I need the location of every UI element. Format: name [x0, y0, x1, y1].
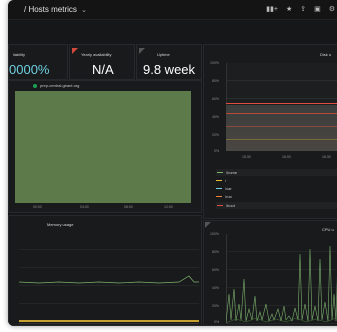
legend-label: /var — [225, 186, 232, 191]
disk-series-run — [226, 113, 337, 114]
legend-item-root[interactable]: / — [216, 178, 226, 183]
y-tick: 80% — [212, 250, 220, 254]
chart-add-icon[interactable]: ▮▮+ — [266, 5, 278, 13]
legend-swatch — [33, 83, 37, 88]
stat-value: N/A — [92, 62, 114, 77]
legend-swatch — [216, 187, 222, 190]
stat-label: Uptime — [157, 52, 170, 57]
legend-swatch — [216, 195, 222, 198]
x-tick: 08:00 — [124, 205, 133, 209]
legend-label: /run — [225, 194, 232, 199]
host-area-fill — [15, 91, 191, 203]
dashboard-window: / Hosts metrics ⌄ ▮▮+ ★ ⇪ ▣ ⚙ ilability … — [8, 0, 337, 326]
x-tick: 16:00 — [282, 155, 291, 159]
availability-stat-panel[interactable]: ilability 0000% — [8, 44, 68, 80]
y-tick: 0% — [214, 320, 220, 324]
y-tick: 100% — [210, 232, 219, 236]
y-tick: 60% — [212, 97, 220, 101]
stat-label: Yearly availability — [81, 52, 112, 57]
legend-swatch — [217, 171, 223, 174]
disk-legend: /home / /var /run /boot — [216, 169, 337, 219]
share-icon[interactable]: ⇪ — [300, 5, 306, 13]
legend-item-home[interactable]: /home — [216, 169, 337, 176]
legend-item-boot[interactable]: /boot — [216, 202, 337, 209]
x-tick: 00:00 — [33, 205, 42, 209]
stat-value: 9.8 week — [143, 62, 196, 77]
legend-item[interactable]: prep-central.geant.org — [33, 83, 79, 88]
legend-label: prep-central.geant.org — [40, 83, 80, 88]
x-tick: 15:30 — [242, 155, 251, 159]
y-tick: 40% — [212, 115, 220, 119]
y-tick: 20% — [212, 304, 220, 308]
x-tick: 16:30 — [322, 155, 331, 159]
y-tick: 80% — [212, 79, 220, 83]
panel-title: Disk u — [320, 52, 332, 57]
cpu-line — [226, 245, 337, 323]
uptime-stat-panel[interactable]: Uptime 9.8 week — [136, 44, 202, 80]
disk-series-root — [226, 139, 337, 140]
legend-label: /home — [226, 170, 238, 175]
panel-title: CPU u — [322, 227, 334, 232]
memory-usage-graph-panel[interactable]: Memory usage — [8, 215, 202, 326]
yearly-availability-stat-panel[interactable]: Yearly availability N/A — [69, 44, 135, 80]
y-tick: 60% — [212, 268, 220, 272]
y-tick: 0% — [214, 149, 220, 153]
memory-baseline — [19, 320, 199, 322]
legend-item-var[interactable]: /var — [216, 186, 232, 191]
disk-usage-graph-panel[interactable]: Disk u 100% 80% 60% 40% 20% 0% 15:30 16:… — [203, 44, 337, 219]
toolbar: ▮▮+ ★ ⇪ ▣ ⚙ — [266, 5, 335, 13]
settings-icon[interactable]: ⚙ — [329, 5, 335, 13]
cpu-series-line — [226, 245, 337, 324]
disk-series-boot — [226, 103, 337, 104]
chevron-down-icon[interactable]: ⌄ — [81, 7, 87, 14]
x-tick: 12:00 — [164, 205, 173, 209]
info-corner-icon — [205, 222, 211, 228]
legend-item-run[interactable]: /run — [216, 194, 232, 199]
memory-series-line — [19, 275, 199, 322]
legend-label: / — [225, 178, 227, 183]
y-tick: 100% — [210, 61, 219, 65]
legend-label: /boot — [226, 203, 235, 208]
y-tick: 20% — [212, 133, 220, 137]
disk-band-fill — [226, 105, 337, 151]
disk-series-var — [226, 126, 337, 127]
legend-swatch — [217, 204, 223, 207]
dashboard-title[interactable]: / Hosts metrics ⌄ — [24, 5, 87, 14]
save-icon[interactable]: ▣ — [314, 5, 321, 13]
memory-line — [19, 275, 199, 284]
legend-swatch — [216, 179, 222, 182]
cpu-usage-graph-panel[interactable]: CPU u 100% 80% 60% 40% 20% 0% — [203, 220, 337, 326]
panel-title: Memory usage — [47, 222, 74, 227]
stat-label: ilability — [13, 52, 26, 57]
info-corner-icon — [139, 48, 145, 54]
info-corner-icon — [72, 48, 78, 54]
host-availability-graph-panel[interactable]: prep-central.geant.org 00:00 04:00 08:00… — [8, 80, 202, 213]
star-icon[interactable]: ★ — [286, 5, 292, 13]
y-tick: 40% — [212, 286, 220, 290]
top-navbar: / Hosts metrics ⌄ ▮▮+ ★ ⇪ ▣ ⚙ — [8, 0, 337, 20]
x-tick: 04:00 — [80, 205, 89, 209]
stat-value: 0000% — [9, 62, 50, 77]
